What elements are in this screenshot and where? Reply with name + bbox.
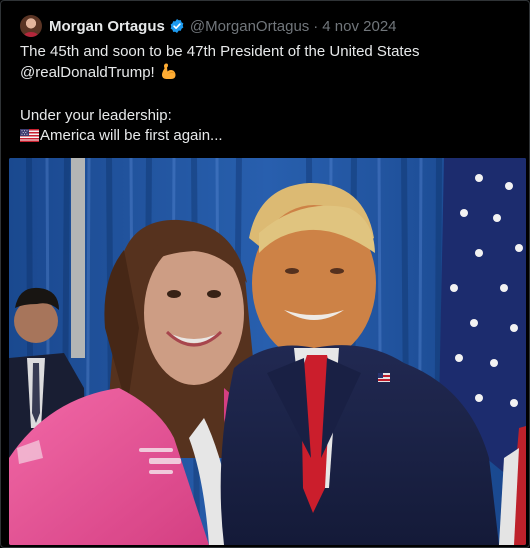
text-spacer (20, 86, 500, 106)
verified-badge-icon (169, 18, 185, 34)
tweet-date[interactable]: 4 nov 2024 (322, 18, 396, 35)
tweet-text: The 45th and soon to be 47th President o… (20, 42, 500, 148)
tweet-header: Morgan Ortagus @MorganOrtagus · 4 nov 20… (20, 14, 397, 38)
tweet-text-line: The 45th and soon to be 47th President o… (20, 42, 500, 62)
tweet-text-line: Under your leadership: (20, 106, 500, 126)
tweet-card[interactable]: Morgan Ortagus @MorganOrtagus · 4 nov 20… (0, 0, 530, 548)
tweet-text-segment: Under your leadership: (20, 107, 172, 124)
tweet-text-line: @realDonaldTrump! (20, 62, 500, 86)
mention-link[interactable]: @realDonaldTrump! (20, 64, 155, 81)
author-avatar[interactable] (20, 15, 42, 37)
us-flag-emoji-icon (20, 128, 39, 148)
header-separator: · (313, 17, 319, 35)
author-handle[interactable]: @MorganOrtagus (190, 18, 309, 35)
tweet-text-line: America will be first again... (20, 126, 500, 148)
tweet-text-segment: America will be first again... (40, 127, 223, 144)
tweet-text-segment: The 45th and soon to be 47th President o… (20, 43, 420, 60)
author-name[interactable]: Morgan Ortagus (49, 18, 165, 35)
tweet-photo[interactable] (9, 158, 526, 545)
flexed-biceps-emoji-icon (159, 62, 177, 86)
